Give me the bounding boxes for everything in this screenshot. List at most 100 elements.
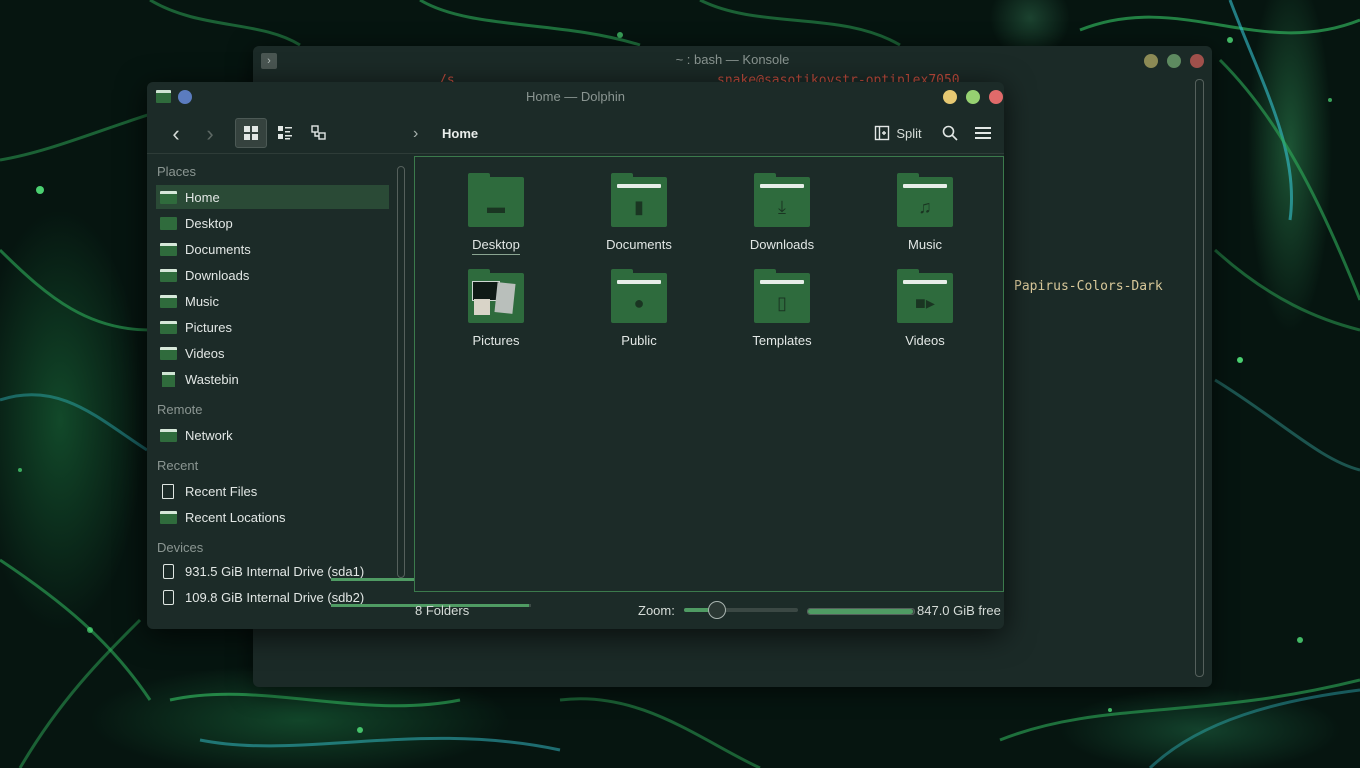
places-item-documents[interactable]: Documents bbox=[156, 237, 389, 261]
folder-count: 8 Folders bbox=[415, 603, 470, 618]
places-item-wastebin[interactable]: Wastebin bbox=[156, 367, 389, 391]
folder-label: Downloads bbox=[749, 237, 815, 252]
zoom-slider-handle[interactable] bbox=[707, 601, 726, 619]
drive-icon bbox=[162, 589, 174, 605]
compact-view-button[interactable] bbox=[271, 118, 299, 148]
places-item-label: Network bbox=[185, 427, 233, 443]
folder-label: Pictures bbox=[472, 333, 520, 348]
konsole-scrollbar[interactable] bbox=[1195, 79, 1204, 677]
places-item-label: Desktop bbox=[185, 215, 233, 231]
breadcrumb-home[interactable]: Home bbox=[442, 126, 478, 141]
public-folder-icon: ● bbox=[611, 269, 667, 323]
konsole-minimize-button[interactable] bbox=[1144, 54, 1158, 68]
places-item-label: Pictures bbox=[185, 319, 232, 335]
places-item-recent-files[interactable]: Recent Files bbox=[156, 479, 389, 503]
forward-button[interactable]: › bbox=[195, 119, 225, 149]
desktop-folder-icon: ▬ bbox=[468, 173, 524, 227]
places-item-label: Recent Locations bbox=[185, 509, 286, 525]
places-item-label: 931.5 GiB Internal Drive (sda1) bbox=[185, 563, 365, 579]
breadcrumb-separator-icon: › bbox=[413, 125, 419, 142]
places-item-label: Home bbox=[185, 189, 220, 205]
templates-folder-icon: ▯ bbox=[754, 269, 810, 323]
folder-templates[interactable]: ▯ Templates bbox=[722, 269, 842, 348]
folder-public[interactable]: ● Public bbox=[579, 269, 699, 348]
places-section-title: Places bbox=[157, 164, 197, 179]
konsole-output-text: Papirus-Colors-Dark bbox=[1014, 279, 1163, 294]
toolbar: ‹ › › Home Split bbox=[147, 115, 1004, 153]
places-item-music[interactable]: Music bbox=[156, 289, 389, 313]
icons-view-icon bbox=[244, 126, 258, 140]
dolphin-title: Home — Dolphin bbox=[526, 89, 625, 104]
recent-section-title: Recent bbox=[157, 458, 199, 473]
dolphin-window[interactable]: Home — Dolphin ‹ › › Home Split Places H… bbox=[147, 82, 1004, 629]
places-item-network[interactable]: Network bbox=[156, 423, 389, 447]
details-view-icon bbox=[311, 125, 326, 140]
zoom-label: Zoom: bbox=[638, 603, 675, 618]
back-button[interactable]: ‹ bbox=[161, 119, 191, 149]
split-label: Split bbox=[896, 125, 922, 141]
folder-label: Desktop bbox=[472, 237, 520, 255]
konsole-title: ~ : bash — Konsole bbox=[675, 52, 790, 67]
folder-music[interactable]: ♫ Music bbox=[865, 173, 985, 252]
folder-downloads[interactable]: ⤓ Downloads bbox=[722, 173, 842, 252]
recent-files-icon bbox=[162, 483, 174, 499]
places-item-videos[interactable]: Videos bbox=[156, 341, 389, 365]
folder-label: Templates bbox=[752, 333, 812, 348]
pictures-folder-icon bbox=[468, 269, 524, 323]
folder-view[interactable]: ▬ Desktop ▮ Documents ⤓ Downloads ♫ Musi… bbox=[414, 156, 1004, 592]
folder-documents[interactable]: ▮ Documents bbox=[579, 173, 699, 252]
places-item-downloads[interactable]: Downloads bbox=[156, 263, 389, 287]
places-item-label: Recent Files bbox=[185, 483, 258, 499]
home-folder-icon bbox=[159, 190, 177, 204]
music-folder-icon: ♫ bbox=[897, 173, 953, 227]
details-view-button[interactable] bbox=[305, 118, 333, 148]
folder-pictures[interactable]: Pictures bbox=[436, 269, 556, 348]
search-icon bbox=[942, 125, 958, 141]
trash-icon bbox=[161, 371, 175, 387]
devices-section-title: Devices bbox=[157, 540, 204, 555]
places-item-recent-locations[interactable]: Recent Locations bbox=[156, 505, 389, 529]
places-item-pictures[interactable]: Pictures bbox=[156, 315, 389, 339]
toolbar-divider bbox=[147, 153, 1004, 154]
downloads-folder-icon bbox=[159, 268, 177, 282]
places-item-desktop[interactable]: Desktop bbox=[156, 211, 389, 235]
pictures-folder-icon bbox=[159, 320, 177, 334]
hamburger-menu-button[interactable] bbox=[970, 118, 996, 148]
konsole-maximize-button[interactable] bbox=[1167, 54, 1181, 68]
split-view-icon bbox=[875, 125, 890, 141]
downloads-folder-icon: ⤓ bbox=[754, 173, 810, 227]
free-space-bar[interactable] bbox=[807, 608, 915, 615]
places-item-label: Wastebin bbox=[185, 371, 239, 387]
videos-folder-icon bbox=[159, 346, 177, 360]
places-item-label: 109.8 GiB Internal Drive (sdb2) bbox=[185, 589, 365, 605]
videos-folder-icon: ■▸ bbox=[897, 269, 953, 323]
network-folder-icon bbox=[159, 428, 177, 442]
places-item-home[interactable]: Home bbox=[156, 185, 389, 209]
free-space-label: 847.0 GiB free bbox=[917, 603, 1001, 618]
back-arrow-icon: ‹ bbox=[172, 121, 180, 146]
places-panel: Places Home Desktop Documents Downloads … bbox=[147, 157, 531, 619]
split-button[interactable]: Split bbox=[871, 118, 925, 148]
dolphin-close-button[interactable] bbox=[989, 90, 1003, 104]
recent-locations-icon bbox=[159, 510, 177, 524]
forward-arrow-icon: › bbox=[206, 121, 214, 146]
places-scrollbar[interactable] bbox=[397, 166, 405, 578]
folder-label: Public bbox=[621, 333, 657, 348]
dolphin-maximize-button[interactable] bbox=[966, 90, 980, 104]
remote-section-title: Remote bbox=[157, 402, 203, 417]
folder-videos[interactable]: ■▸ Videos bbox=[865, 269, 985, 348]
folder-desktop[interactable]: ▬ Desktop bbox=[436, 173, 556, 255]
music-folder-icon bbox=[159, 294, 177, 308]
search-button[interactable] bbox=[937, 118, 963, 148]
compact-view-icon bbox=[278, 126, 292, 140]
hamburger-menu-icon bbox=[975, 127, 991, 139]
icons-view-button[interactable] bbox=[235, 118, 267, 148]
zoom-slider[interactable] bbox=[684, 601, 798, 619]
places-item-label: Documents bbox=[185, 241, 251, 257]
konsole-close-button[interactable] bbox=[1190, 54, 1204, 68]
documents-folder-icon: ▮ bbox=[611, 173, 667, 227]
folder-label: Videos bbox=[905, 333, 945, 348]
folder-label: Music bbox=[908, 237, 942, 252]
places-item-label: Downloads bbox=[185, 267, 250, 283]
dolphin-minimize-button[interactable] bbox=[943, 90, 957, 104]
